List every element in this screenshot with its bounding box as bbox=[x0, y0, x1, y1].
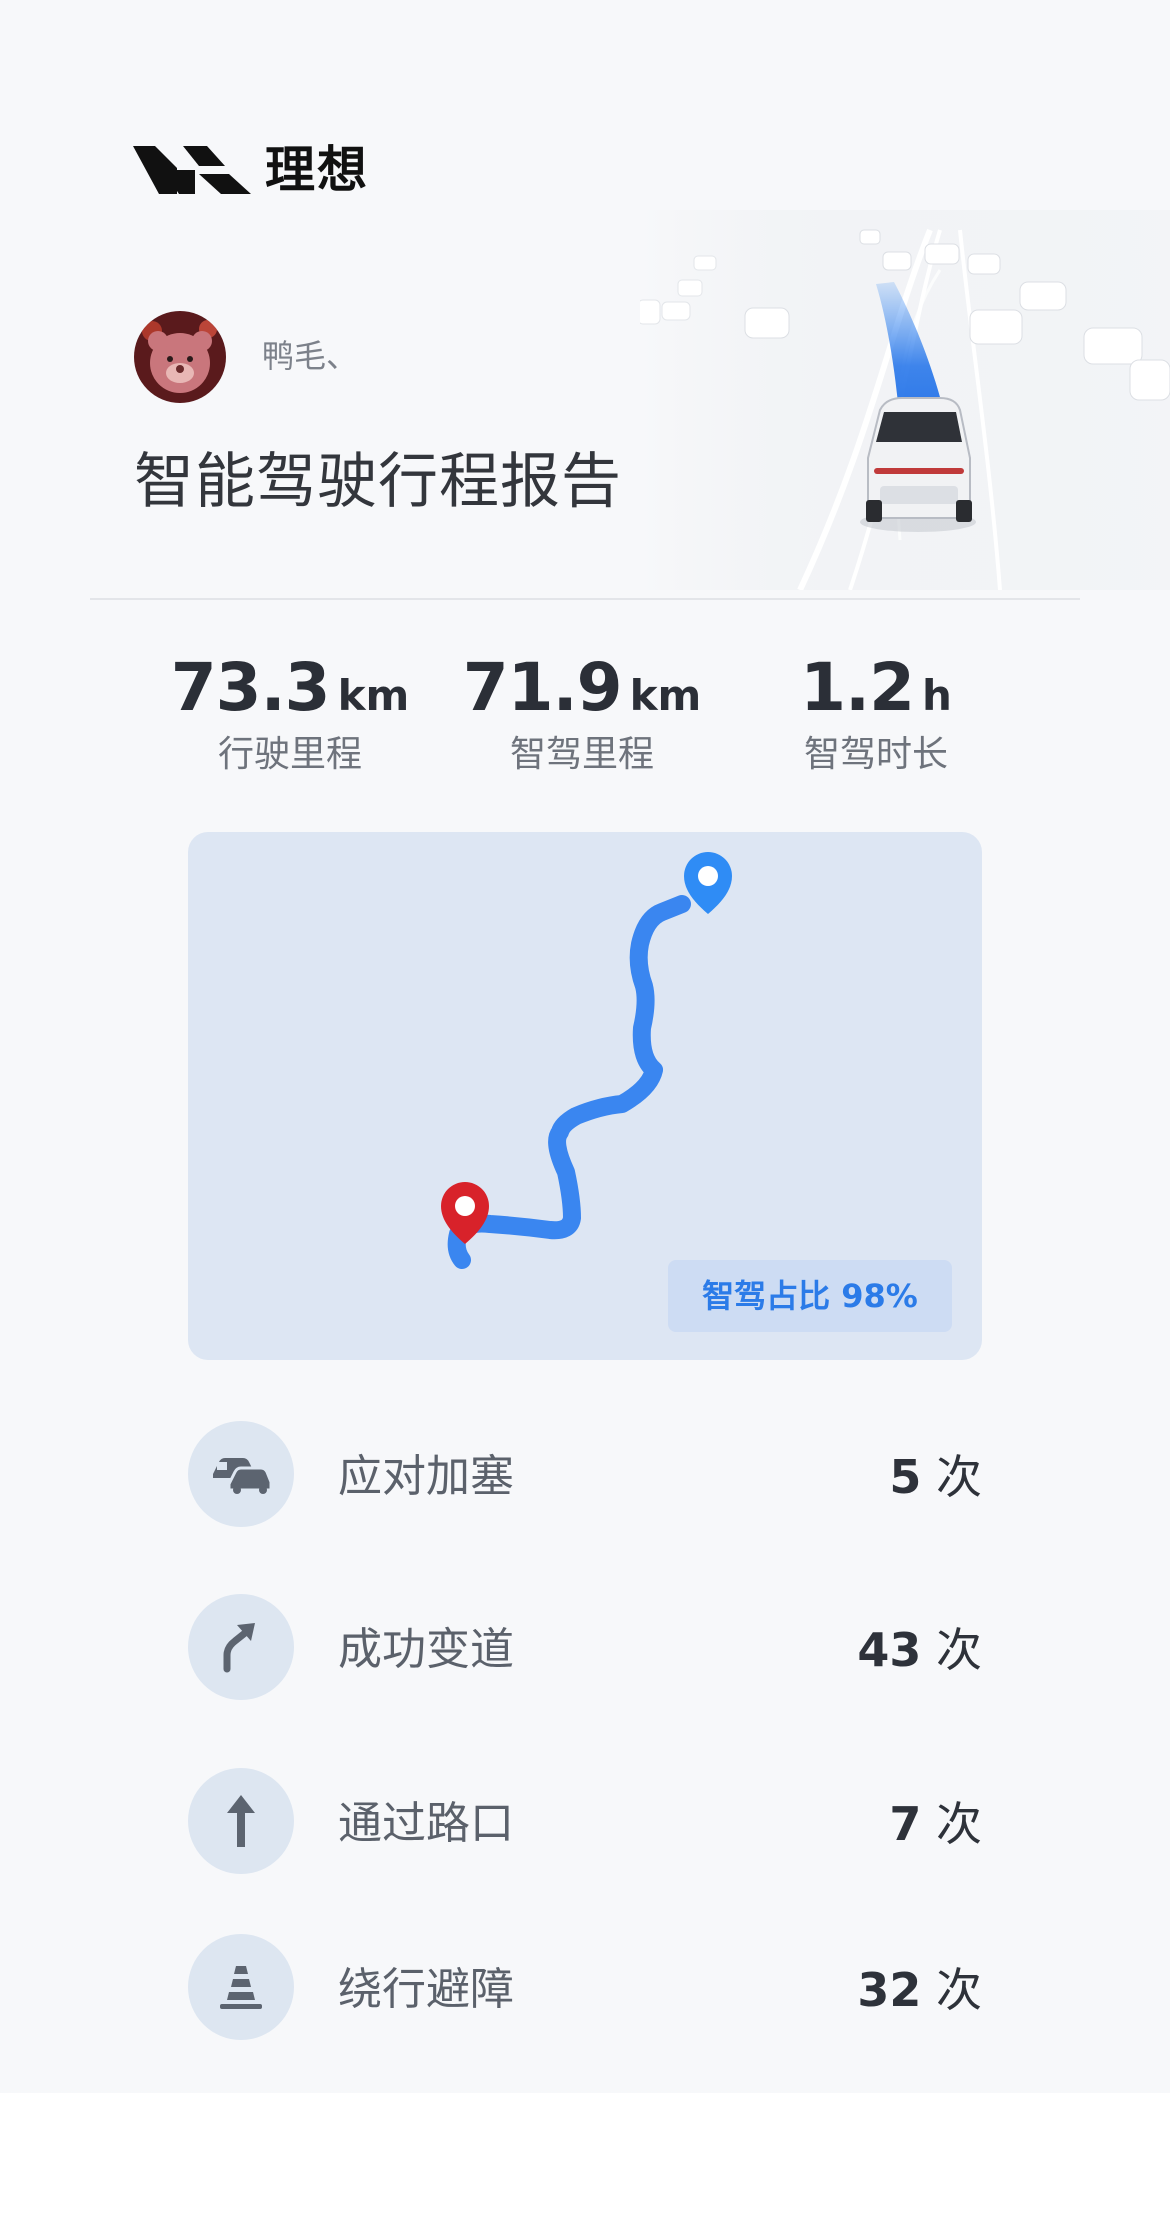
event-label: 通过路口 bbox=[338, 1798, 514, 1849]
user-name: 鸭毛、 bbox=[262, 337, 359, 375]
event-row-obstacle: 绕行避障 32 次 bbox=[188, 1934, 982, 2044]
li-auto-logo-icon bbox=[133, 146, 251, 194]
event-label: 成功变道 bbox=[338, 1624, 514, 1675]
stat-label: 智驾时长 bbox=[803, 734, 948, 775]
traffic-cone-icon bbox=[188, 1934, 294, 2040]
assisted-ratio-badge: 智驾占比 98% bbox=[668, 1260, 952, 1332]
ego-car-icon bbox=[860, 397, 976, 532]
avatar[interactable] bbox=[134, 311, 226, 403]
route-line bbox=[447, 895, 691, 1269]
event-count: 32 次 bbox=[857, 1963, 982, 2017]
stat-total-distance: 73.3 km 行驶里程 bbox=[140, 648, 440, 780]
stat-unit: km bbox=[337, 671, 410, 720]
end-pin-icon bbox=[684, 852, 732, 914]
stat-value: 73.3 bbox=[170, 649, 331, 726]
start-pin-icon bbox=[441, 1182, 489, 1244]
route-map[interactable]: 智驾占比 98% bbox=[188, 832, 982, 1360]
page-title: 智能驾驶行程报告 bbox=[134, 447, 622, 517]
event-count: 43 次 bbox=[857, 1623, 982, 1677]
traffic-jam-icon bbox=[188, 1421, 294, 1527]
stat-assisted-distance: 71.9 km 智驾里程 bbox=[432, 648, 732, 780]
event-count: 7 次 bbox=[889, 1797, 982, 1851]
event-row-intersection: 通过路口 7 次 bbox=[188, 1768, 982, 1878]
stat-label: 智驾里程 bbox=[509, 734, 654, 775]
event-label: 绕行避障 bbox=[338, 1964, 514, 2015]
event-count: 5 次 bbox=[889, 1450, 982, 1504]
avatar-image bbox=[134, 311, 226, 403]
stat-value: 71.9 bbox=[462, 649, 623, 726]
brand-logo: 理想 bbox=[133, 142, 383, 198]
event-row-cut-in: 应对加塞 5 次 bbox=[188, 1421, 982, 1531]
report-card: 理想 鸭毛、 智能驾驶行程报告 73.3 km 行驶里程 71.9 km 智驾里… bbox=[0, 0, 1170, 2093]
stat-unit: h bbox=[922, 671, 952, 720]
straight-arrow-icon bbox=[188, 1768, 294, 1874]
divider bbox=[90, 598, 1080, 600]
brand-name: 理想 bbox=[265, 141, 369, 199]
stat-assisted-duration: 1.2 h 智驾时长 bbox=[726, 648, 1026, 780]
event-row-lane-change: 成功变道 43 次 bbox=[188, 1594, 982, 1704]
highway-scene-illustration bbox=[640, 210, 1170, 590]
stat-label: 行驶里程 bbox=[217, 734, 362, 775]
stat-unit: km bbox=[629, 671, 702, 720]
stat-value: 1.2 bbox=[800, 649, 915, 726]
event-label: 应对加塞 bbox=[338, 1451, 514, 1502]
lane-change-icon bbox=[188, 1594, 294, 1700]
